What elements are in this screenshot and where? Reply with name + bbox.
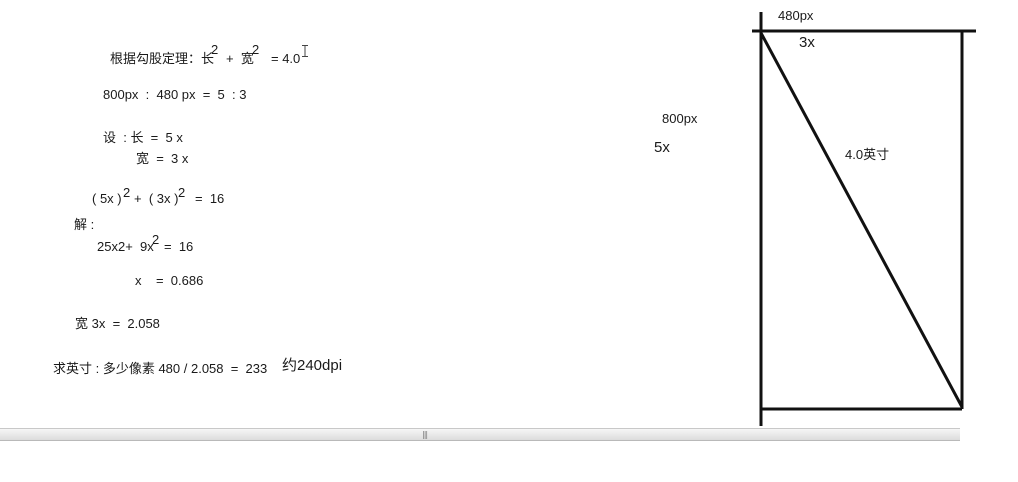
width-result: 宽 3x = 2.058 <box>75 316 160 331</box>
solve-label: 解 : <box>74 217 95 232</box>
horizontal-scrollbar[interactable]: ||| <box>0 428 960 441</box>
drawing-canvas[interactable]: 根据勾股定理：长 2 + 宽 2 = 4.0 800px : 480 px = … <box>0 0 1018 482</box>
ppi-calculation: 求英寸 : 多少像素 480 / 2.058 = 233 <box>53 361 268 376</box>
ratio-line: 800px : 480 px = 5 : 3 <box>103 87 247 102</box>
solve-equation-b: = 16 <box>164 239 194 254</box>
superscript-two-a: 2 <box>211 42 219 57</box>
text-cursor-icon <box>302 45 308 57</box>
superscript-two-b: 2 <box>252 42 260 57</box>
pythagoras-equals: = 4.0 <box>271 51 301 66</box>
ppi-result: 约240dpi <box>282 357 343 374</box>
superscript-two-e: 2 <box>152 232 160 247</box>
pythagoras-prefix: 根据勾股定理：长 <box>110 51 215 66</box>
diagram-side-ratio: 5x <box>654 139 670 156</box>
pythagoras-plus-width: + 宽 <box>226 51 254 66</box>
scrollbar-grip-icon[interactable]: ||| <box>422 430 428 439</box>
diagram-diagonal <box>759 32 964 408</box>
superscript-two-c: 2 <box>123 185 131 200</box>
solve-equation-a: 25x2+ 9x <box>97 239 154 254</box>
equation-left: ( 5x ) <box>92 191 122 206</box>
superscript-two-d: 2 <box>178 185 186 200</box>
diagram-side-label: 800px <box>662 111 698 126</box>
let-length: 设 : 长 = 5 x <box>103 130 183 145</box>
x-value: x = 0.686 <box>135 273 204 288</box>
let-width: 宽 = 3 x <box>136 151 189 166</box>
equation-right: = 16 <box>195 191 225 206</box>
screen-diagram <box>752 12 976 426</box>
equation-plus: + ( 3x ) <box>134 191 179 206</box>
